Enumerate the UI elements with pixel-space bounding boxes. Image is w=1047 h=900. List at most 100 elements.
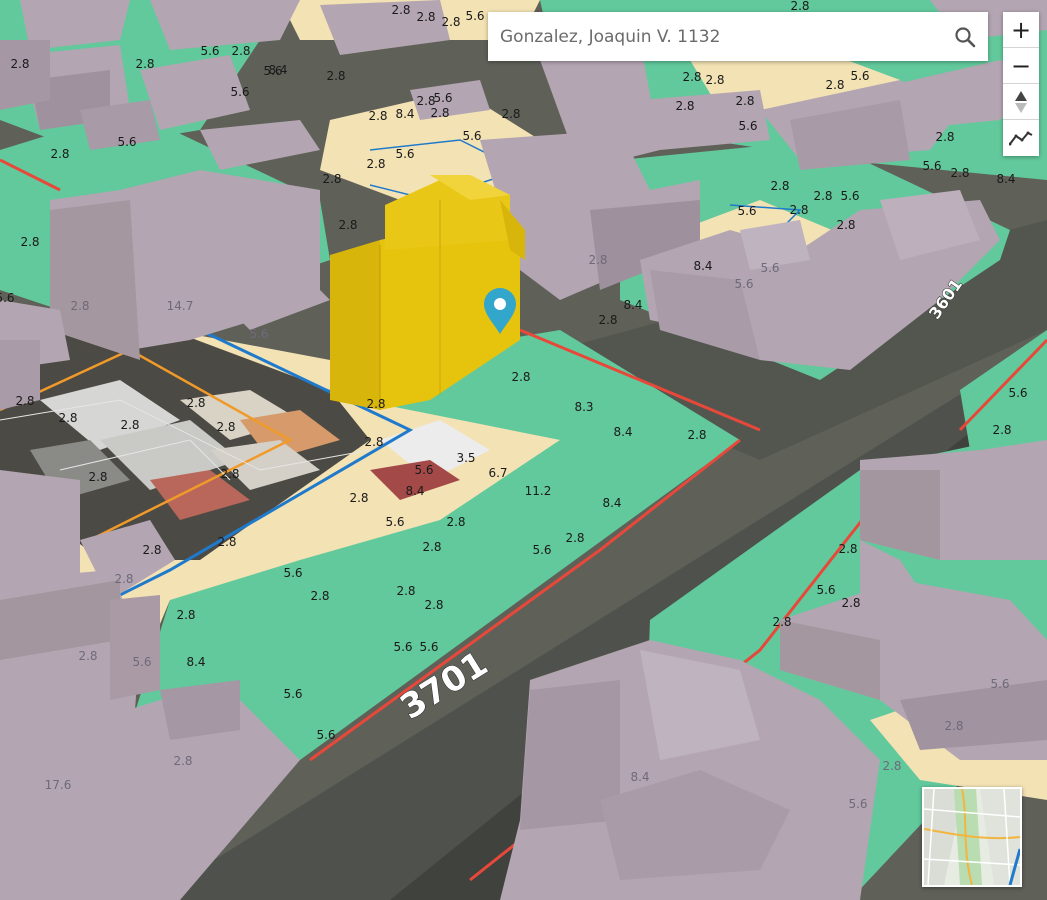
parcel-value: 11.2 [525,484,552,498]
parcel-value: 8.4 [996,172,1015,186]
minimap-image [924,789,1020,885]
parcel-value: 2.8 [446,515,465,529]
parcel-value: 2.8 [186,396,205,410]
parcel-value: 5.6 [283,566,302,580]
parcel-value: 5.6 [760,261,779,275]
parcel-value: 2.8 [424,598,443,612]
parcel-value: 2.8 [501,107,520,121]
parcel-value: 5.6 [990,677,1009,691]
parcel-value: 2.8 [825,78,844,92]
search-bar [488,12,988,61]
parcel-value: 6.7 [488,466,507,480]
parcel-value: 5.6 [848,797,867,811]
parcel-value: 8.4 [186,655,205,669]
parcel-value: 2.8 [391,3,410,17]
parcel-value: 2.8 [78,649,97,663]
parcel-value: 2.8 [58,411,77,425]
parcel-value: 8.4 [395,107,414,121]
parcel-value: 2.8 [836,218,855,232]
parcel-value: 2.8 [430,106,449,120]
parcel-value: 2.8 [142,543,161,557]
parcel-value: 5.6 [737,204,756,218]
parcel-value: 2.8 [813,189,832,203]
parcel-value: 5.6 [393,640,412,654]
parcel-value: 5.6 [316,728,335,742]
parcel-value: 2.8 [50,147,69,161]
parcel-value: 5.6 [433,91,452,105]
parcel-value: 2.8 [173,754,192,768]
parcel-value: 2.8 [310,589,329,603]
parcel-value: 2.8 [511,370,530,384]
parcel-value: 8.4 [693,259,712,273]
parcel-value: 5.6 [117,135,136,149]
parcel-value: 5.6 [816,583,835,597]
parcel-value: 2.8 [217,535,236,549]
search-button[interactable] [942,12,988,61]
parcel-value: 2.8 [88,470,107,484]
parcel-value: 5.6 [385,515,404,529]
parcel-value: 8.4 [623,298,642,312]
parcel-value: 14.7 [167,299,194,313]
elevation-profile-button[interactable] [1003,120,1039,156]
parcel-value: 2.8 [70,299,89,313]
parcel-value: 5.6 [230,85,249,99]
parcel-value: 2.8 [20,235,39,249]
parcel-value: 8.4 [613,425,632,439]
parcel-value: 8.4 [268,63,287,77]
parcel-value: 2.8 [565,531,584,545]
parcel-value: 5.6 [734,277,753,291]
zoom-out-button[interactable]: − [1003,48,1039,84]
parcel-value: 2.8 [441,15,460,29]
parcel-value: 5.6 [840,189,859,203]
parcel-value: 2.8 [326,69,345,83]
parcel-value: 5.6 [200,44,219,58]
parcel-value: 5.6 [850,69,869,83]
parcel-value: 5.6 [283,687,302,701]
parcel-value: 5.6 [738,119,757,133]
zoom-in-button[interactable]: + [1003,12,1039,48]
search-input[interactable] [488,12,942,61]
parcel-value: 2.8 [422,540,441,554]
parcel-value: 2.8 [838,542,857,556]
parcel-value: 2.8 [770,179,789,193]
parcel-value: 2.8 [322,172,341,186]
parcel-value: 8.3 [574,400,593,414]
map-controls: + − [1003,12,1039,156]
parcel-value: 3.5 [456,451,475,465]
parcel-value: 17.6 [45,778,72,792]
parcel-value: 2.8 [882,759,901,773]
map-3d-view[interactable]: 3701 3601 2.8 2.8 2.8 2.8 2.8 2.8 2.8 2.… [0,0,1047,900]
parcel-value: 8.4 [405,484,424,498]
parcel-value: 2.8 [396,584,415,598]
parcel-value: 5.6 [395,147,414,161]
parcel-value: 2.8 [935,130,954,144]
parcel-value: 2.8 [220,467,239,481]
parcel-value: 2.8 [349,491,368,505]
parcel-value: 5.6 [922,159,941,173]
parcel-value: 2.8 [944,719,963,733]
parcel-value: 2.8 [675,99,694,113]
parcel-value: 2.8 [135,57,154,71]
parcel-value: 5.6 [419,640,438,654]
parcel-value: 2.8 [598,313,617,327]
parcel-value: 2.8 [682,70,701,84]
parcel-value: 5.6 [0,291,15,305]
compass-button[interactable] [1003,84,1039,120]
parcel-value: 2.8 [687,428,706,442]
parcel-value: 2.8 [366,397,385,411]
parcel-value: 5.6 [532,543,551,557]
parcel-value: 2.8 [772,615,791,629]
parcel-value: 2.8 [368,109,387,123]
parcel-value: 5.6 [132,655,151,669]
parcel-value: 2.8 [992,423,1011,437]
parcel-value: 2.8 [841,596,860,610]
parcel-value: 2.8 [216,420,235,434]
parcel-value: 5.6 [462,129,481,143]
parcel-value: 8.4 [630,770,649,784]
parcel-value: 5.6 [249,327,268,341]
parcel-value: 8.4 [602,496,621,510]
overview-minimap[interactable] [922,787,1022,887]
parcel-value: 2.8 [735,94,754,108]
elevation-profile-icon [1009,131,1033,146]
parcel-value: 2.8 [366,157,385,171]
